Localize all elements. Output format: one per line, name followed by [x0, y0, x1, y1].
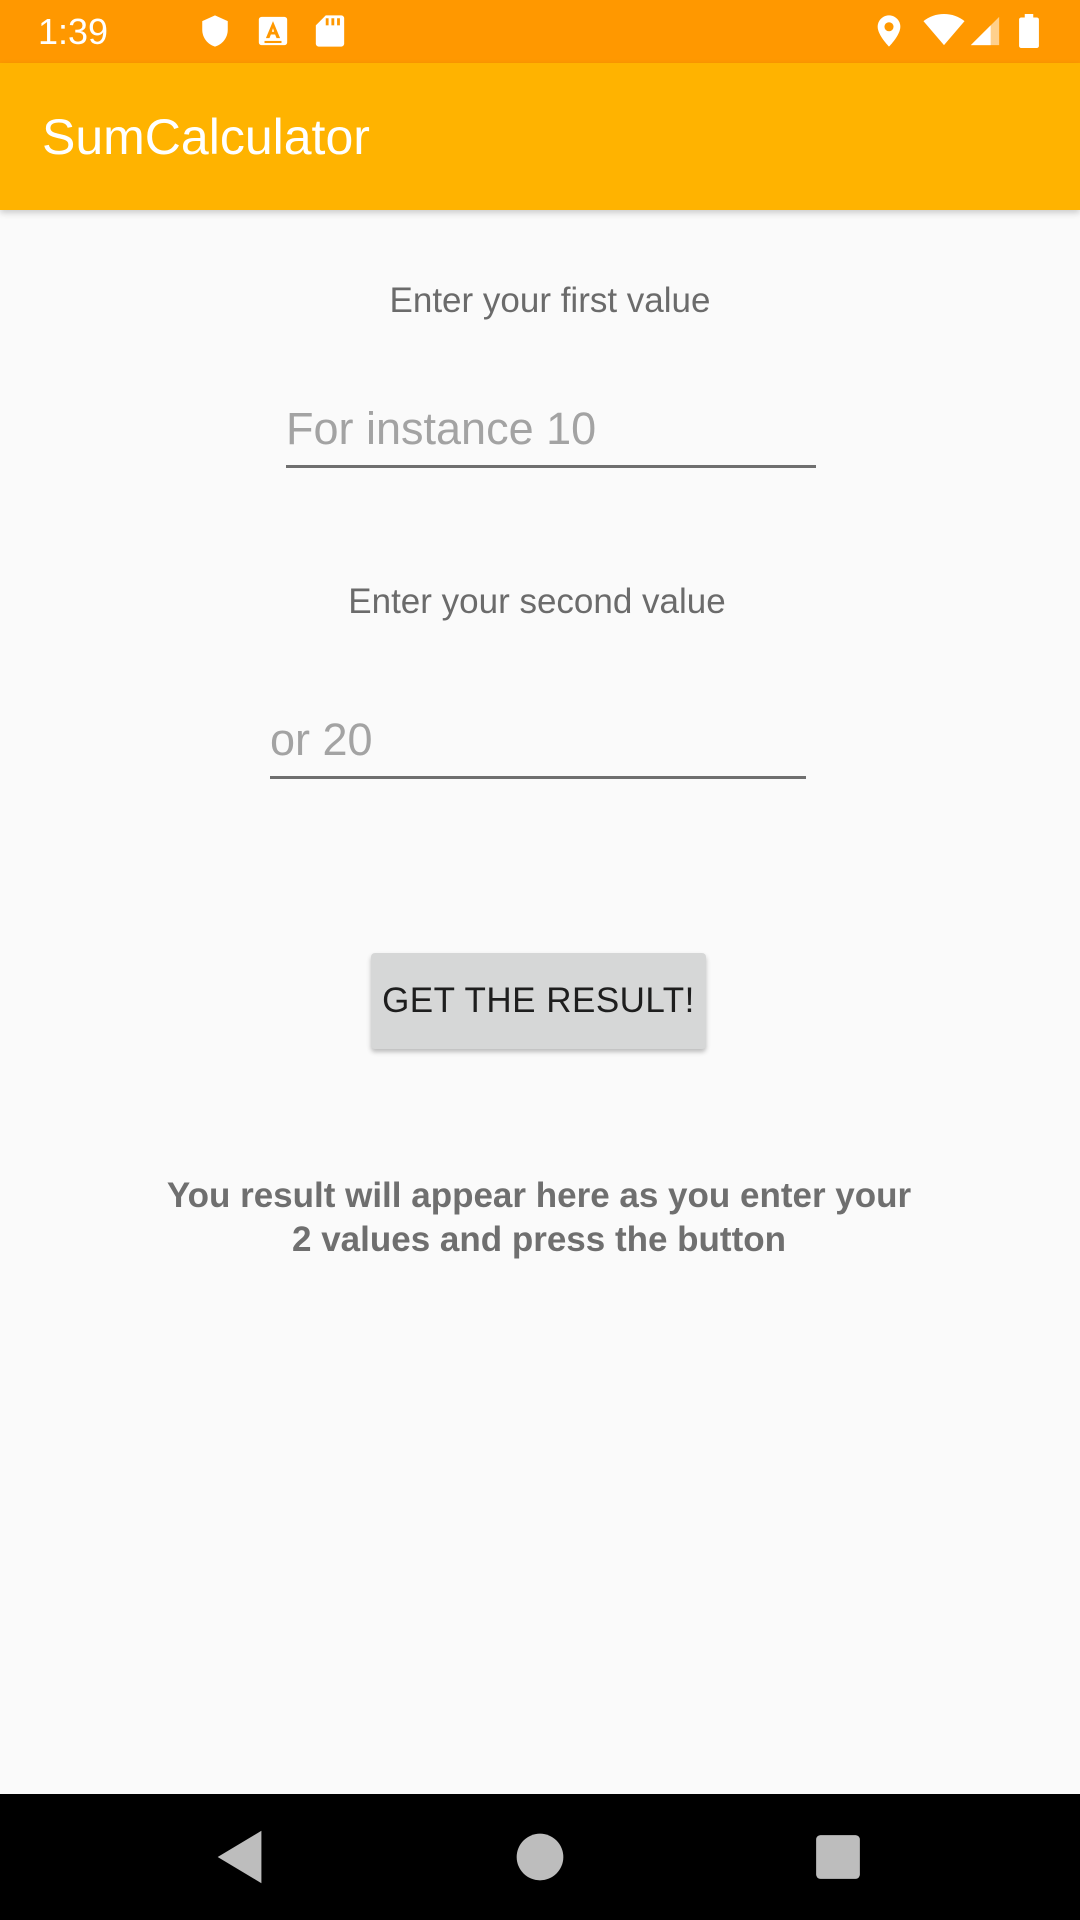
text-a-icon: [258, 16, 288, 46]
sd-card-icon: [315, 15, 345, 47]
screen: 1:39 SumCalculator Enter your first valu…: [0, 0, 1080, 1920]
app-title: SumCalculator: [42, 109, 370, 165]
status-bar: 1:39: [0, 0, 1080, 63]
second-value-input[interactable]: [270, 704, 806, 779]
app-bar: SumCalculator: [0, 63, 1080, 210]
wifi-icon: [923, 14, 965, 46]
first-value-input[interactable]: [286, 393, 816, 468]
home-icon[interactable]: [505, 1822, 575, 1892]
second-value-label: Enter your second value: [348, 582, 726, 621]
navigation-bar: [0, 1794, 1080, 1920]
signal-icon: [970, 16, 1000, 46]
first-value-label: Enter your first value: [389, 281, 711, 320]
get-result-button[interactable]: GET THE RESULT!: [371, 953, 706, 1049]
result-text: You result will appear here as you enter…: [166, 1176, 912, 1259]
recents-icon[interactable]: [803, 1822, 873, 1892]
location-icon: [877, 15, 901, 47]
battery-icon: [1019, 14, 1039, 48]
status-time: 1:39: [38, 11, 109, 52]
back-icon[interactable]: [206, 1822, 276, 1892]
shield-icon: [202, 15, 228, 47]
